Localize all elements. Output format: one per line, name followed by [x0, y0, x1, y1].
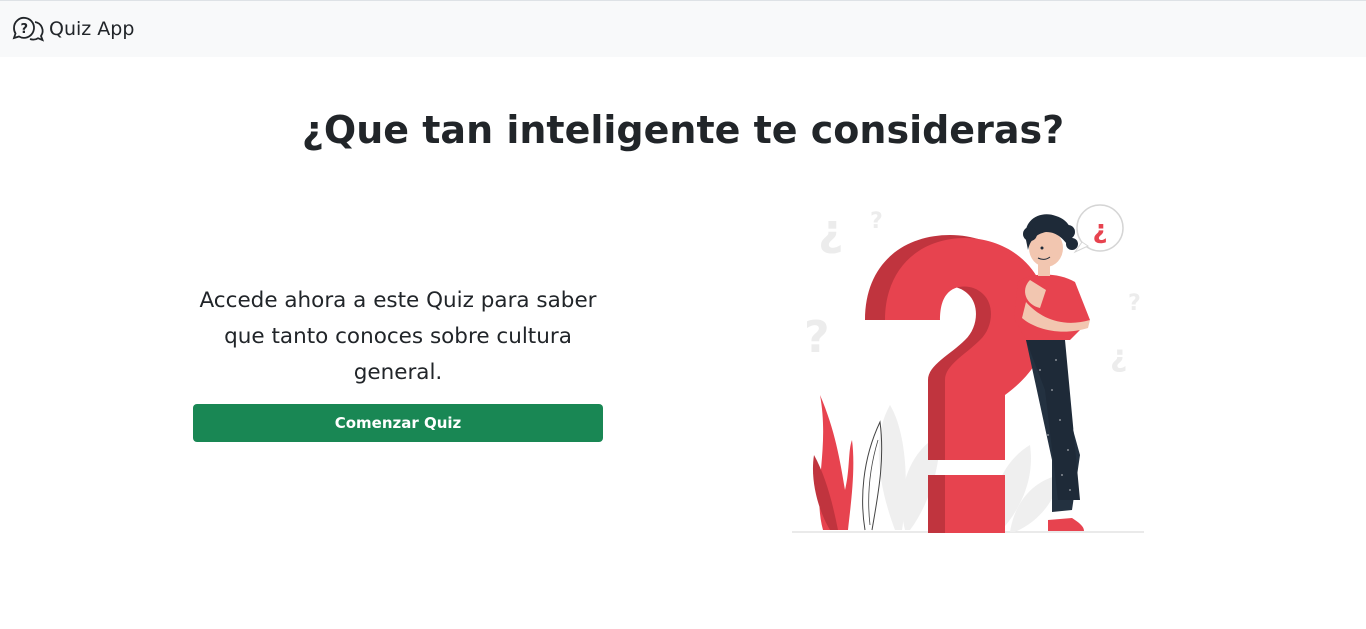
question-bubbles-icon: ?	[12, 16, 45, 42]
navbar: ? Quiz App	[0, 0, 1366, 57]
svg-text:¿: ¿	[818, 205, 844, 256]
svg-text:?: ?	[1128, 291, 1141, 316]
svg-text:?: ?	[804, 312, 830, 363]
svg-text:?: ?	[870, 209, 883, 234]
intro-text: Accede ahora a este Quiz para saber que …	[199, 288, 597, 385]
page-title: ¿Que tan inteligente te consideras?	[301, 108, 1065, 152]
start-quiz-button[interactable]: Comenzar Quiz	[193, 404, 603, 442]
svg-text:¿: ¿	[1110, 339, 1127, 374]
thinking-person-illustration: ¿ ? ? ? ¿ ¿	[792, 204, 1144, 533]
person-shoe	[1048, 518, 1084, 531]
navbar-brand[interactable]: ? Quiz App	[11, 16, 134, 42]
navbar-brand-label: Quiz App	[49, 18, 135, 40]
svg-text:?: ?	[21, 22, 29, 37]
speech-bubble-text: ¿	[1092, 215, 1107, 245]
